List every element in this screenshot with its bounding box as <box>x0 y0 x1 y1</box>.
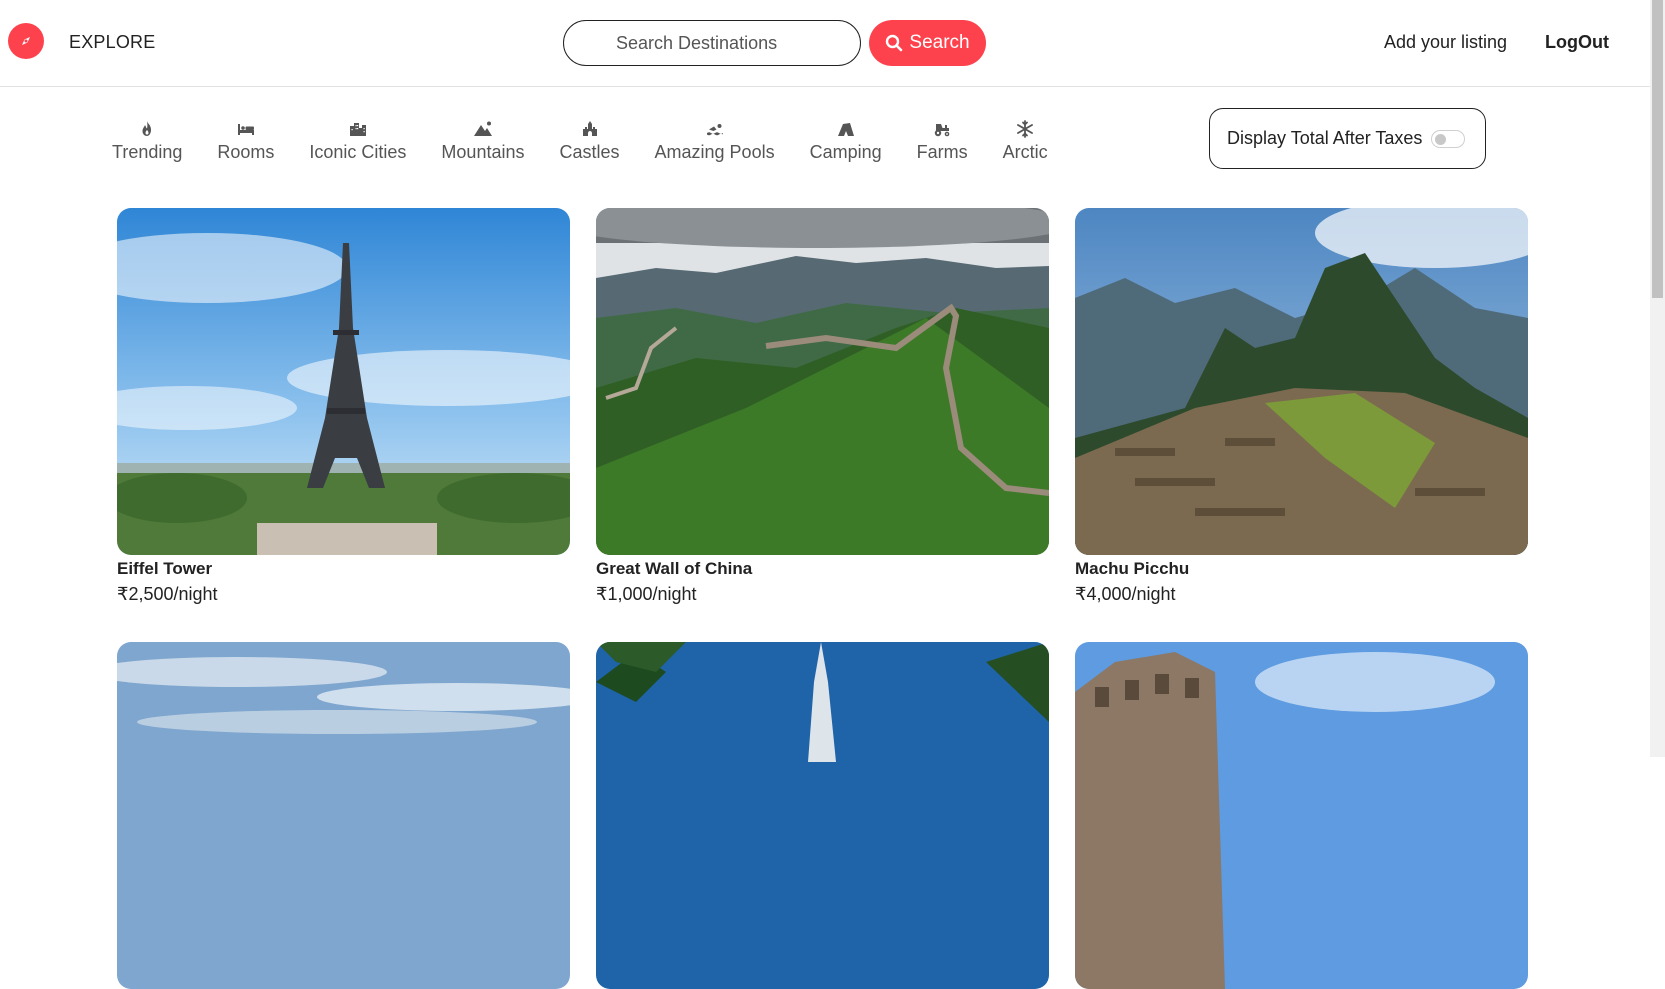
listing-title: Machu Picchu <box>1075 559 1190 578</box>
logout-link[interactable]: LogOut <box>1545 32 1609 53</box>
filter-arctic[interactable]: Arctic <box>1003 120 1048 180</box>
add-listing-link[interactable]: Add your listing <box>1384 32 1507 53</box>
search-input[interactable] <box>563 20 861 66</box>
search-button-label: Search <box>909 32 970 53</box>
listing-price: ₹2,500/night <box>117 584 218 604</box>
bed-icon <box>237 124 254 135</box>
search-button[interactable]: Search <box>869 20 986 66</box>
swimmer-icon <box>706 124 723 136</box>
filter-label: Camping <box>809 142 882 162</box>
snowflake-icon <box>1017 120 1034 138</box>
tax-toggle-box: Display Total After Taxes <box>1209 108 1486 169</box>
filter-label: Trending <box>112 142 183 162</box>
switch-knob <box>1435 133 1447 145</box>
listing-title: Great Wall of China <box>596 559 753 578</box>
page-scrollbar[interactable] <box>1650 0 1665 757</box>
filter-amazing-pools[interactable]: Amazing Pools <box>655 120 775 180</box>
tractor-icon <box>934 124 950 137</box>
listing-card[interactable]: Great Wall of China ₹1,000/night <box>596 208 1049 605</box>
filter-label: Rooms <box>217 142 275 162</box>
listing-price: ₹4,000/night <box>1075 584 1176 604</box>
filter-label: Castles <box>559 142 620 162</box>
filter-rooms[interactable]: Rooms <box>217 120 274 180</box>
filter-label: Iconic Cities <box>309 142 407 162</box>
castle-icon <box>582 121 597 136</box>
navbar: EXPLORE Search Add your listing LogOut <box>0 0 1650 87</box>
fire-icon <box>142 121 152 136</box>
listing-price: ₹1,000/night <box>596 584 697 604</box>
tent-icon <box>837 123 854 136</box>
listing-image <box>596 208 1049 555</box>
filter-camping[interactable]: Camping <box>810 120 882 180</box>
listing-image <box>1075 208 1528 555</box>
filter-label: Farms <box>916 142 968 162</box>
compass-icon[interactable] <box>8 23 44 59</box>
listing-card[interactable] <box>596 642 1049 989</box>
mountain-icon <box>473 121 492 136</box>
listing-image <box>1075 642 1528 989</box>
filter-label: Amazing Pools <box>654 142 775 162</box>
listing-image <box>117 208 570 555</box>
filter-bar: Trending Rooms Iconic Cities Mountains C… <box>112 120 1083 180</box>
listing-card[interactable]: Eiffel Tower ₹2,500/night <box>117 208 570 605</box>
filter-label: Mountains <box>441 142 525 162</box>
listing-card[interactable] <box>1075 642 1528 989</box>
scrollbar-thumb[interactable] <box>1652 0 1663 298</box>
tax-toggle-label: Display Total After Taxes <box>1227 128 1423 148</box>
city-icon <box>349 123 366 136</box>
explore-link[interactable]: EXPLORE <box>69 32 155 53</box>
listing-card[interactable]: Machu Picchu ₹4,000/night <box>1075 208 1528 605</box>
listing-image <box>596 642 1049 989</box>
filter-trending[interactable]: Trending <box>112 120 182 180</box>
filter-farms[interactable]: Farms <box>917 120 968 180</box>
filter-mountains[interactable]: Mountains <box>441 120 524 180</box>
filter-castles[interactable]: Castles <box>559 120 620 180</box>
listing-card[interactable] <box>117 642 570 989</box>
filter-iconic-cities[interactable]: Iconic Cities <box>309 120 406 180</box>
listing-title: Eiffel Tower <box>117 559 213 578</box>
search-icon <box>886 34 903 52</box>
filter-label: Arctic <box>1002 142 1048 162</box>
tax-toggle-switch[interactable] <box>1431 129 1466 148</box>
listing-image <box>117 642 570 989</box>
